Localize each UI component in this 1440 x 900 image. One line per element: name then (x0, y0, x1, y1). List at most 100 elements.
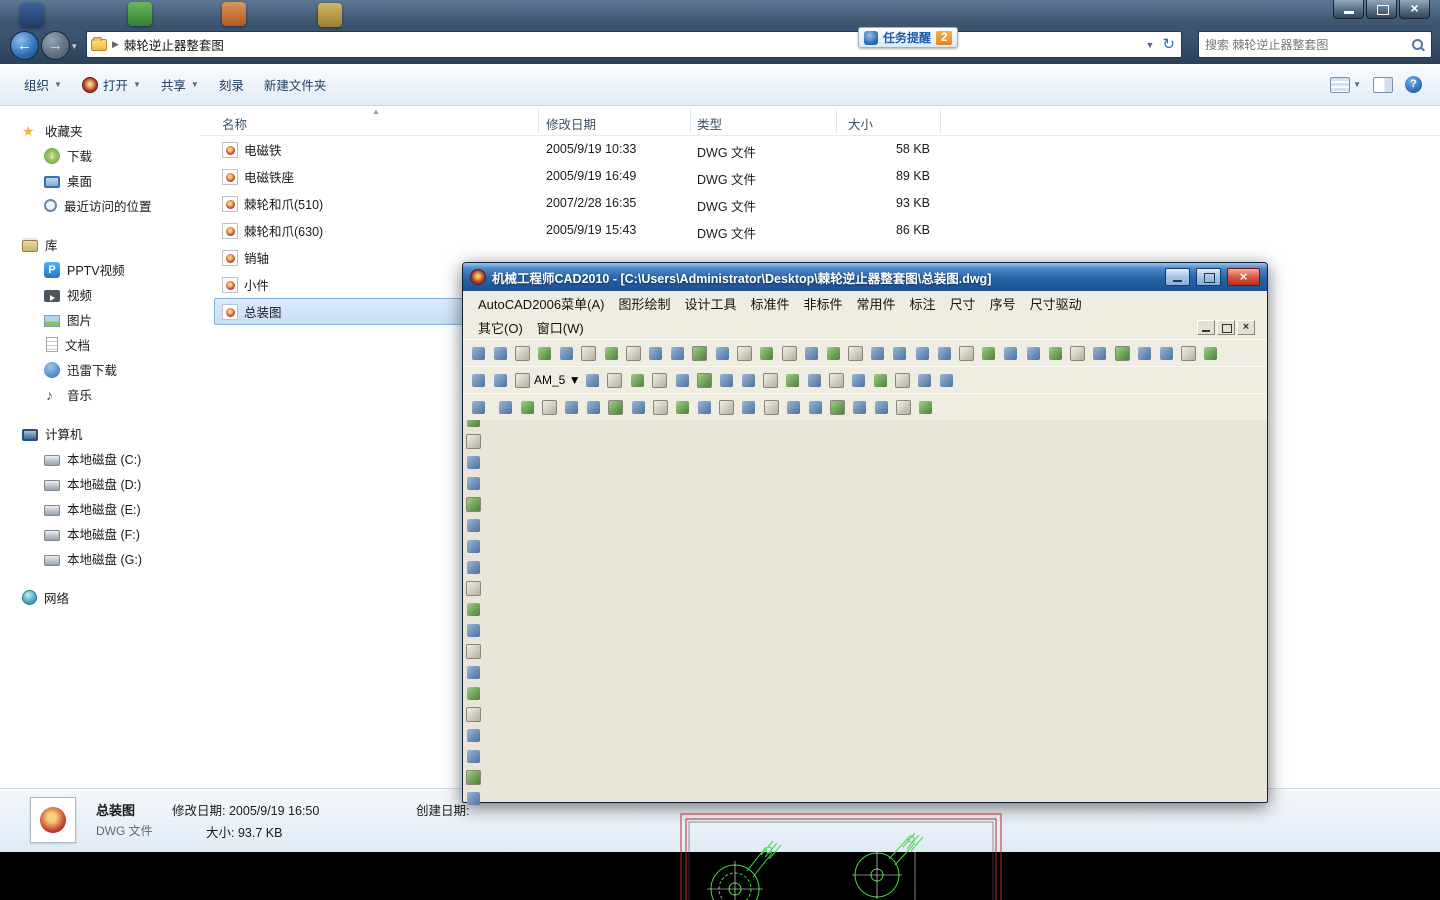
desktop-icon[interactable] (222, 2, 246, 26)
cad-tool-button[interactable] (1067, 343, 1088, 364)
cad-tool-button[interactable] (712, 343, 733, 364)
cad-tool-button[interactable] (628, 397, 649, 418)
cad-tool-button[interactable] (561, 397, 582, 418)
cad-tool-button[interactable] (936, 370, 957, 391)
burn-button[interactable]: 刻录 (209, 69, 254, 100)
sidebar-item-drive-f[interactable]: 本地磁盘 (F:) (0, 521, 200, 546)
file-row[interactable]: 电磁铁 2005/9/19 10:33DWG 文件58 KB (200, 136, 944, 163)
search-input[interactable] (1205, 38, 1411, 52)
cad-tool-button[interactable] (650, 397, 671, 418)
desktop-icon[interactable] (318, 3, 342, 27)
cad-tool-button[interactable] (914, 370, 935, 391)
sidebar-item-drive-d[interactable]: 本地磁盘 (D:) (0, 471, 200, 496)
cad-tool-button[interactable] (463, 767, 484, 788)
menu-design-tools[interactable]: 设计工具 (677, 292, 743, 315)
cad-tool-button[interactable] (694, 370, 715, 391)
cad-tool-button[interactable] (463, 725, 484, 746)
sidebar-item-drive-g[interactable]: 本地磁盘 (G:) (0, 546, 200, 571)
cad-tool-button[interactable] (672, 370, 693, 391)
sidebar-item-pictures[interactable]: 图片 (0, 307, 200, 332)
cad-tool-button[interactable] (490, 343, 511, 364)
menu-serial[interactable]: 序号 (983, 292, 1023, 315)
sidebar-item-drive-e[interactable]: 本地磁盘 (E:) (0, 496, 200, 521)
cad-tool-button[interactable] (801, 343, 822, 364)
cad-tool-button[interactable] (912, 343, 933, 364)
sidebar-item-documents[interactable]: 文档 (0, 332, 200, 357)
cad-tool-button[interactable] (848, 370, 869, 391)
cad-tool-button[interactable] (463, 704, 484, 725)
cad-tool-button[interactable] (463, 578, 484, 599)
cad-tool-button[interactable] (604, 370, 625, 391)
cad-tool-button[interactable] (845, 343, 866, 364)
cad-tool-button[interactable] (716, 370, 737, 391)
cad-tool-button[interactable] (667, 343, 688, 364)
refresh-icon[interactable]: ↻ (1162, 37, 1175, 52)
child-restore-button[interactable] (1217, 320, 1235, 335)
help-icon[interactable] (1405, 76, 1422, 93)
preview-pane-icon[interactable] (1373, 77, 1393, 93)
cad-tool-button[interactable] (1178, 343, 1199, 364)
cad-tool-button[interactable] (672, 397, 693, 418)
cad-tool-button[interactable] (826, 370, 847, 391)
cad-tool-button[interactable] (623, 343, 644, 364)
sidebar-item-desktop[interactable]: 桌面 (0, 168, 200, 193)
cad-maximize-button[interactable] (1196, 268, 1221, 286)
cad-tool-button[interactable] (978, 343, 999, 364)
column-name[interactable]: 名称 (222, 114, 247, 133)
sidebar-item-music[interactable]: 音乐 (0, 382, 200, 407)
cad-tool-button[interactable] (627, 370, 648, 391)
file-row[interactable]: 棘轮和爪(510) 2007/2/28 16:35DWG 文件93 KB (200, 190, 944, 217)
change-view-button[interactable]: ▼ (1330, 77, 1361, 93)
sidebar-item-drive-c[interactable]: 本地磁盘 (C:) (0, 446, 200, 471)
cad-tool-button[interactable] (468, 370, 489, 391)
cad-tool-button[interactable] (804, 370, 825, 391)
cad-tool-button[interactable] (889, 343, 910, 364)
cad-tool-button[interactable] (805, 397, 826, 418)
cad-tool-button[interactable] (468, 343, 489, 364)
cad-close-button[interactable] (1227, 268, 1260, 286)
sidebar-item-pptv[interactable]: PPTV视频 (0, 257, 200, 282)
column-modified[interactable]: 修改日期 (546, 114, 596, 133)
cad-tool-button[interactable] (1134, 343, 1155, 364)
column-size[interactable]: 大小 (848, 114, 873, 133)
cad-tool-button[interactable] (605, 397, 626, 418)
cad-drawing-canvas[interactable] (463, 809, 1267, 900)
cad-tool-button[interactable] (463, 431, 484, 452)
cad-tool-button[interactable] (871, 397, 892, 418)
history-chevron-icon[interactable]: ▾ (72, 41, 77, 52)
cad-tool-button[interactable] (463, 494, 484, 515)
cad-titlebar[interactable]: 机械工程师CAD2010 - [C:\Users\Administrator\D… (463, 263, 1267, 291)
cad-tool-button[interactable] (463, 620, 484, 641)
cad-tool-button[interactable] (956, 343, 977, 364)
new-folder-button[interactable]: 新建文件夹 (254, 69, 337, 100)
cad-tool-button[interactable] (463, 788, 484, 809)
cad-tool-button[interactable] (689, 343, 710, 364)
cad-tool-button[interactable] (582, 370, 603, 391)
desktop-icon[interactable] (20, 3, 44, 27)
task-reminder-badge[interactable]: 任务提醒 2 (858, 27, 958, 48)
cad-tool-button[interactable] (782, 370, 803, 391)
cad-tool-button[interactable] (734, 343, 755, 364)
sidebar-item-recent[interactable]: 最近访问的位置 (0, 193, 200, 218)
cad-tool-button[interactable] (583, 397, 604, 418)
cad-tool-button[interactable] (849, 397, 870, 418)
breadcrumb[interactable]: 棘轮逆止器整套图 (124, 35, 224, 54)
menu-other[interactable]: 其它(O) (471, 316, 530, 339)
cad-tool-button[interactable] (1045, 343, 1066, 364)
cad-tool-button[interactable] (760, 370, 781, 391)
cad-tool-button[interactable] (738, 397, 759, 418)
cad-tool-button[interactable] (517, 397, 538, 418)
menu-common-parts[interactable]: 常用件 (850, 292, 903, 315)
cad-minimize-button[interactable] (1165, 268, 1190, 286)
cad-tool-button[interactable] (495, 397, 516, 418)
address-bar[interactable]: ▶ 棘轮逆止器整套图 ▼ ↻ (86, 31, 1182, 58)
chevron-down-icon[interactable]: ▼ (569, 373, 581, 387)
menu-autocad2006[interactable]: AutoCAD2006菜单(A) (471, 292, 611, 315)
cad-tool-button[interactable] (645, 343, 666, 364)
menu-standard-parts[interactable]: 标准件 (743, 292, 796, 315)
cad-tool-button[interactable] (1112, 343, 1133, 364)
open-button[interactable]: 打开▼ (72, 69, 151, 100)
cad-tool-button[interactable] (823, 343, 844, 364)
menu-nonstandard-parts[interactable]: 非标件 (797, 292, 850, 315)
cad-tool-button[interactable] (463, 599, 484, 620)
